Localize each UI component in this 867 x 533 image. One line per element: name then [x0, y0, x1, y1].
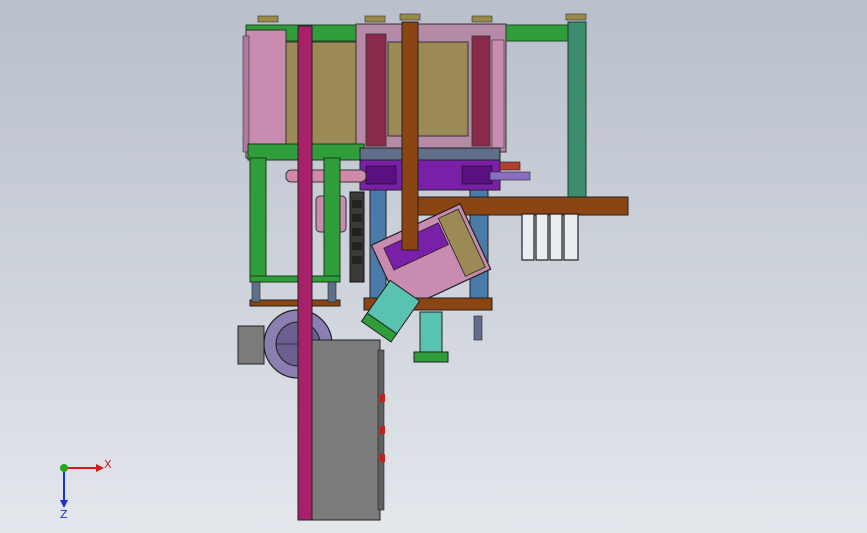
z-axis-label: Z: [60, 508, 68, 521]
cylinder-bank: [521, 213, 579, 261]
gear: [349, 191, 365, 283]
y-axis-dot: [60, 464, 68, 472]
x-axis-label: X: [104, 458, 112, 471]
center-housing: [355, 23, 507, 153]
brown-beam: [401, 21, 419, 251]
magenta-beam: [297, 25, 313, 521]
orientation-triad: X Z: [60, 458, 112, 521]
vertical-cylinder: [413, 311, 483, 363]
cad-viewport[interactable]: X Z: [0, 0, 867, 533]
purple-drive-block: [359, 159, 531, 191]
control-box: [311, 339, 385, 521]
frame-right-column: [567, 21, 587, 201]
top-caps: [257, 13, 587, 23]
